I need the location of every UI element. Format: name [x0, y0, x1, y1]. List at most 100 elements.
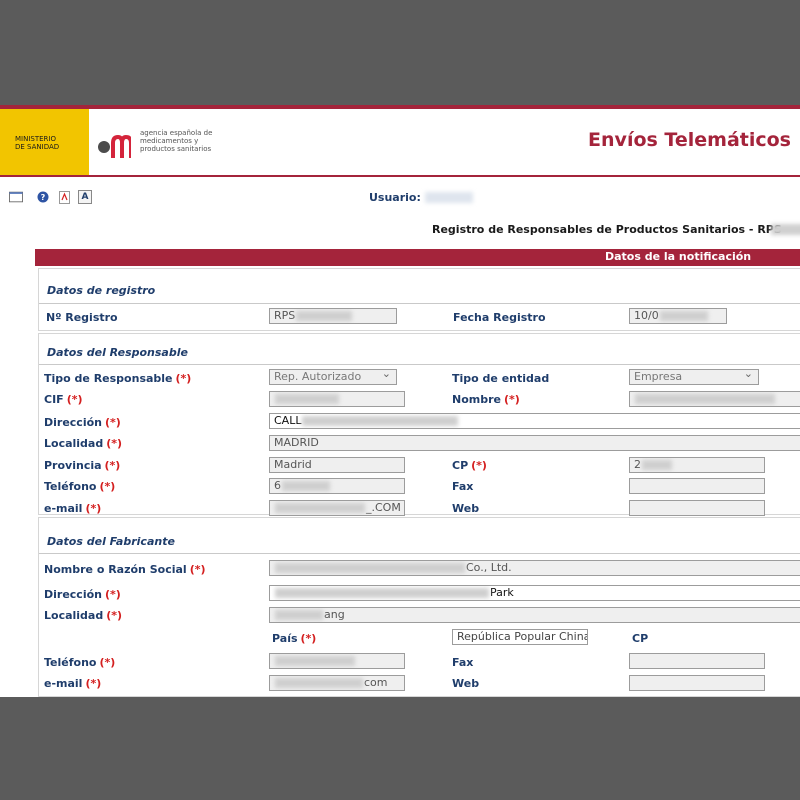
fabricante-nombre-text: Nombre o Razón Social [44, 563, 187, 576]
telefono-field[interactable]: 6 [269, 478, 405, 494]
fabricante-email-text: e-mail [44, 677, 83, 690]
text-icon[interactable]: A [78, 190, 92, 204]
registro-panel: Datos de registro Nº Registro RPS Fecha … [38, 268, 800, 331]
nombre-field[interactable] [629, 391, 800, 407]
telefono-label: Teléfono (*) [44, 480, 115, 493]
required-marker: (*) [85, 677, 102, 690]
numero-registro-label: Nº Registro [46, 311, 118, 324]
email-label: e-mail (*) [44, 502, 101, 515]
application-window: MINISTERIO DE SANIDAD agencia española d… [0, 105, 800, 697]
fabricante-nombre-label: Nombre o Razón Social (*) [44, 563, 206, 576]
provincia-field[interactable]: Madrid [269, 457, 405, 473]
telefono-value: 6 [274, 479, 281, 492]
nombre-label: Nombre (*) [452, 393, 520, 406]
fabricante-direccion-field[interactable]: Park [269, 585, 800, 601]
required-marker: (*) [66, 393, 83, 406]
pais-label: País (*) [272, 632, 316, 645]
fecha-registro-field[interactable]: 10/0 [629, 308, 727, 324]
fax-field[interactable] [629, 478, 765, 494]
cp-value: 2 [634, 458, 641, 471]
notification-title: Datos de la notificación [605, 250, 752, 263]
web-label: Web [452, 502, 480, 515]
fabricante-email-label: e-mail (*) [44, 677, 101, 690]
user-value [425, 192, 473, 203]
registro-section-title: Datos de registro [47, 284, 156, 297]
required-marker: (*) [105, 416, 121, 429]
web-field[interactable] [629, 500, 765, 516]
fabricante-direccion-label: Dirección (*) [44, 588, 121, 601]
tipo-entidad-label: Tipo de entidad [452, 372, 550, 385]
fabricante-telefono-field[interactable] [269, 653, 405, 669]
fabricante-direccion-text: Dirección [44, 588, 102, 601]
email-field[interactable]: _.COM [269, 500, 405, 516]
fabricante-telefono-text: Teléfono [44, 656, 97, 669]
telefono-text: Teléfono [44, 480, 97, 493]
fabricante-nombre-field[interactable]: Co., Ltd. [269, 560, 800, 576]
svg-text:?: ? [41, 193, 46, 202]
localidad-label: Localidad (*) [44, 437, 122, 450]
required-marker: (*) [471, 459, 487, 472]
cif-field[interactable] [269, 391, 405, 407]
ministry-line2: DE SANIDAD [15, 143, 60, 151]
tipo-responsable-select[interactable]: Rep. Autorizado [269, 369, 397, 385]
direccion-label: Dirección (*) [44, 416, 121, 429]
ministry-line1: MINISTERIO [15, 135, 56, 143]
required-marker: (*) [300, 632, 317, 645]
provincia-text: Provincia [44, 459, 102, 472]
fabricante-fax-field[interactable] [629, 653, 765, 669]
fabricante-telefono-label: Teléfono (*) [44, 656, 115, 669]
required-marker: (*) [106, 609, 123, 622]
subtitle-hidden-code [771, 224, 800, 235]
required-marker: (*) [99, 480, 116, 493]
required-marker: (*) [85, 502, 102, 515]
ministry-logo: MINISTERIO DE SANIDAD [0, 109, 89, 176]
cp-field[interactable]: 2 [629, 457, 765, 473]
required-marker: (*) [189, 563, 206, 576]
email-text: e-mail [44, 502, 83, 515]
window-icon[interactable] [9, 190, 23, 204]
section-divider [39, 303, 800, 304]
tipo-entidad-select[interactable]: Empresa [629, 369, 759, 385]
direccion-text: Dirección [44, 416, 102, 429]
fabricante-web-label: Web [452, 677, 480, 690]
tipo-responsable-label: Tipo de Responsable (*) [44, 372, 191, 385]
required-marker: (*) [175, 372, 192, 385]
pdf-icon[interactable] [57, 190, 71, 204]
notification-bar: Datos de la notificación [35, 249, 800, 266]
numero-registro-field[interactable]: RPS [269, 308, 397, 324]
required-marker: (*) [503, 393, 520, 406]
fabricante-section-title: Datos del Fabricante [47, 535, 175, 548]
cp-text: CP [452, 459, 469, 472]
direccion-field[interactable]: CALL [269, 413, 800, 429]
required-marker: (*) [104, 459, 121, 472]
help-icon[interactable]: ? [36, 190, 50, 204]
cif-text: CIF [44, 393, 64, 406]
agency-line1: agencia española de [140, 129, 213, 137]
fabricante-cp-label: CP [632, 632, 649, 645]
required-marker: (*) [106, 437, 123, 450]
tipo-responsable-text: Tipo de Responsable [44, 372, 173, 385]
fabricante-direccion-value: Park [490, 586, 514, 599]
localidad-field[interactable]: MADRID [269, 435, 800, 451]
fabricante-fax-label: Fax [452, 656, 474, 669]
section-divider [39, 553, 800, 554]
fabricante-localidad-field[interactable]: ang [269, 607, 800, 623]
responsable-panel: Datos del Responsable Tipo de Responsabl… [38, 333, 800, 516]
cif-label: CIF (*) [44, 393, 83, 406]
fecha-registro-value: 10/0 [634, 309, 659, 322]
direccion-value: CALL [274, 414, 302, 427]
fabricante-web-field[interactable] [629, 675, 765, 691]
page-subtitle: Registro de Responsables de Productos Sa… [432, 223, 782, 236]
fabricante-email-field[interactable]: com [269, 675, 405, 691]
fecha-registro-label: Fecha Registro [453, 311, 546, 324]
fabricante-panel: Datos del Fabricante Nombre o Razón Soci… [38, 517, 800, 697]
required-marker: (*) [99, 656, 116, 669]
nombre-text: Nombre [452, 393, 501, 406]
header-top-border [0, 105, 800, 109]
agency-line2: medicamentos y [140, 137, 199, 145]
agency-logo-icon [98, 134, 131, 158]
fabricante-email-value: com [364, 676, 388, 689]
fabricante-localidad-label: Localidad (*) [44, 609, 122, 622]
email-value: _.COM [366, 501, 401, 514]
pais-field[interactable]: República Popular China [452, 629, 588, 645]
